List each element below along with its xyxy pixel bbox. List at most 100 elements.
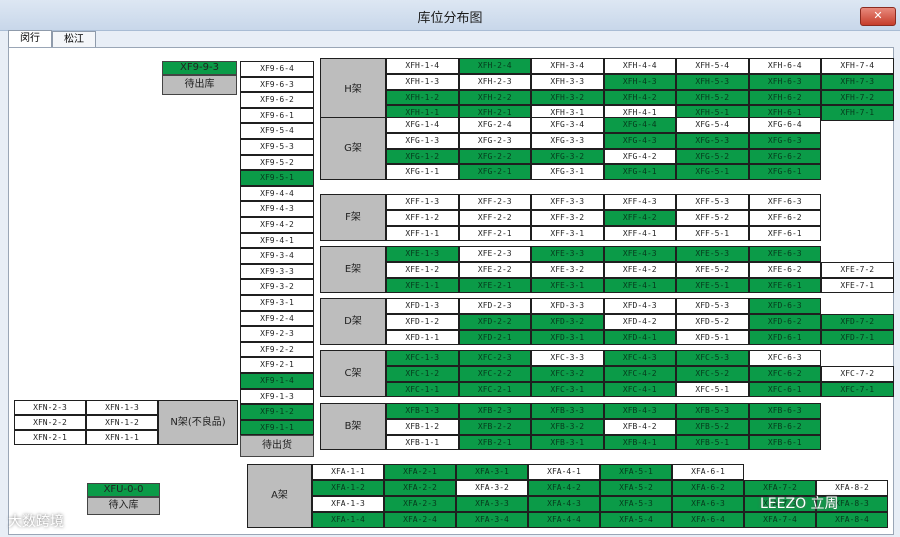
slot-cell[interactable]: XFH-4-2 [603,89,676,106]
slot-cell[interactable]: XFF-3-1 [531,225,604,242]
slot-cell[interactable]: XFF-4-3 [603,194,676,210]
slot-cell[interactable]: XFF-6-3 [748,194,821,210]
slot-cell[interactable]: XFA-2-1 [384,464,456,480]
slot-cell[interactable]: XFC-1-3 [386,350,459,366]
slot-cell[interactable]: XFC-7-1 [821,381,894,398]
slot-cell[interactable]: XFC-7-2 [821,365,894,382]
slot-cell[interactable]: XFA-1-1 [312,464,384,480]
slot-cell[interactable]: XFF-2-2 [458,209,531,226]
slot-cell[interactable]: XFH-1-3 [386,73,459,90]
slot-cell[interactable]: XFC-3-3 [531,350,604,366]
slot-cell[interactable]: XFD-6-1 [748,329,821,346]
slot-cell[interactable]: XFE-1-2 [386,261,459,278]
slot-cell[interactable]: XFH-7-2 [821,89,894,106]
slot-cell[interactable]: XFA-4-4 [528,511,600,528]
slot-cell[interactable]: XFD-5-3 [676,298,749,314]
slot-cell[interactable]: XFA-4-3 [528,495,600,512]
slot-cell[interactable]: XFC-6-1 [748,381,821,398]
slot-cell[interactable]: XFE-7-1 [821,277,894,294]
slot-cell[interactable]: XFB-1-1 [386,434,459,451]
slot-cell[interactable]: XFE-3-1 [531,277,604,294]
slot-cell[interactable]: XFC-6-2 [748,365,821,382]
slot-cell[interactable]: XFF-2-1 [458,225,531,242]
slot-cell[interactable]: XFG-6-4 [748,117,821,133]
slot-cell[interactable]: XFH-1-4 [386,58,459,74]
slot-cell[interactable]: XFC-5-2 [676,365,749,382]
slot-cell[interactable]: XFF-5-2 [676,209,749,226]
slot-cell[interactable]: XF9-6-4 [240,61,314,77]
pending-out-button[interactable]: 待出库 [162,75,237,95]
slot-cell[interactable]: XFA-1-2 [312,479,384,496]
slot-cell[interactable]: XFC-5-3 [676,350,749,366]
slot-cell[interactable]: XFG-2-4 [458,117,531,133]
slot-cell[interactable]: XFC-1-1 [386,381,459,398]
slot-cell[interactable]: XFE-6-2 [748,261,821,278]
slot-cell[interactable]: XFD-4-2 [603,313,676,330]
pending-in-code[interactable]: XFU-0-0 [87,483,160,497]
slot-cell[interactable]: XFA-4-2 [528,479,600,496]
slot-cell[interactable]: XF9-1-2 [240,404,314,420]
slot-cell[interactable]: XFN-1-1 [86,430,158,445]
slot-cell[interactable]: XF9-4-2 [240,217,314,233]
slot-cell[interactable]: XF9-4-3 [240,201,314,217]
slot-cell[interactable]: XFC-5-1 [676,381,749,398]
slot-cell[interactable]: XFF-5-3 [676,194,749,210]
slot-cell[interactable]: XFB-4-3 [603,403,676,419]
slot-cell[interactable]: XFA-8-4 [816,511,888,528]
slot-cell[interactable]: XFE-6-1 [748,277,821,294]
slot-cell[interactable]: XFE-1-3 [386,246,459,262]
slot-cell[interactable]: XF9-3-2 [240,279,314,295]
slot-cell[interactable]: XF9-2-4 [240,310,314,327]
slot-cell[interactable]: XFC-4-1 [603,381,676,398]
slot-cell[interactable]: XFA-6-3 [672,495,744,512]
slot-cell[interactable]: XFE-6-3 [748,246,821,262]
slot-cell[interactable]: XFB-1-2 [386,418,459,435]
slot-cell[interactable]: XFG-2-1 [458,164,531,181]
slot-cell[interactable]: XFG-3-4 [531,117,604,133]
tab-songjiang[interactable]: 松江 [52,31,96,47]
slot-cell[interactable]: XFH-6-3 [748,73,821,90]
tab-minhang[interactable]: 闵行 [8,30,52,48]
slot-cell[interactable]: XFD-1-2 [386,313,459,330]
slot-cell[interactable]: XFE-3-2 [531,261,604,278]
slot-cell[interactable]: XFG-2-2 [458,148,531,165]
slot-cell[interactable]: XFA-1-3 [312,495,384,512]
slot-cell[interactable]: XFG-6-3 [748,132,821,149]
slot-cell[interactable]: XFH-4-4 [603,58,676,74]
slot-cell[interactable]: XFA-2-2 [384,479,456,496]
slot-cell[interactable]: XFC-6-3 [748,350,821,366]
slot-cell[interactable]: XFH-3-4 [531,58,604,74]
slot-cell[interactable]: XFG-5-4 [676,117,749,133]
slot-cell[interactable]: XFC-4-2 [603,365,676,382]
slot-cell[interactable]: XFN-2-3 [14,400,86,415]
slot-cell[interactable]: XFD-3-1 [531,329,604,346]
slot-cell[interactable]: XFN-1-2 [86,415,158,430]
slot-cell[interactable]: XFA-5-2 [600,479,672,496]
slot-cell[interactable]: XFG-6-2 [748,148,821,165]
slot-cell[interactable]: XFB-2-2 [458,418,531,435]
slot-cell[interactable]: XFD-6-3 [748,298,821,314]
pending-in-button[interactable]: 待入库 [87,497,160,515]
slot-cell[interactable]: XFG-4-1 [603,164,676,181]
slot-cell[interactable]: XFA-3-2 [456,479,528,496]
slot-cell[interactable]: XFG-3-1 [531,164,604,181]
slot-cell[interactable]: XFE-5-3 [676,246,749,262]
slot-cell[interactable]: XFC-2-2 [458,365,531,382]
slot-cell[interactable]: XF9-5-3 [240,139,314,155]
slot-cell[interactable]: XFE-2-2 [458,261,531,278]
slot-cell[interactable]: XFA-6-4 [672,511,744,528]
slot-cell[interactable]: XFH-1-2 [386,89,459,106]
slot-cell[interactable]: XFD-5-2 [676,313,749,330]
slot-cell[interactable]: XFN-2-1 [14,430,86,445]
slot-cell[interactable]: XF9-6-3 [240,76,314,93]
slot-cell[interactable]: XFC-2-1 [458,381,531,398]
slot-cell[interactable]: XFG-1-2 [386,148,459,165]
slot-cell[interactable]: XFF-3-2 [531,209,604,226]
slot-cell[interactable]: XFH-5-2 [676,89,749,106]
slot-cell[interactable]: XF9-1-3 [240,388,314,405]
slot-cell[interactable]: XF9-5-1 [240,170,314,186]
slot-cell[interactable]: XF9-6-1 [240,107,314,124]
slot-cell[interactable]: XFG-1-1 [386,164,459,181]
slot-cell[interactable]: XFH-4-3 [603,73,676,90]
slot-cell[interactable]: XFB-3-2 [531,418,604,435]
